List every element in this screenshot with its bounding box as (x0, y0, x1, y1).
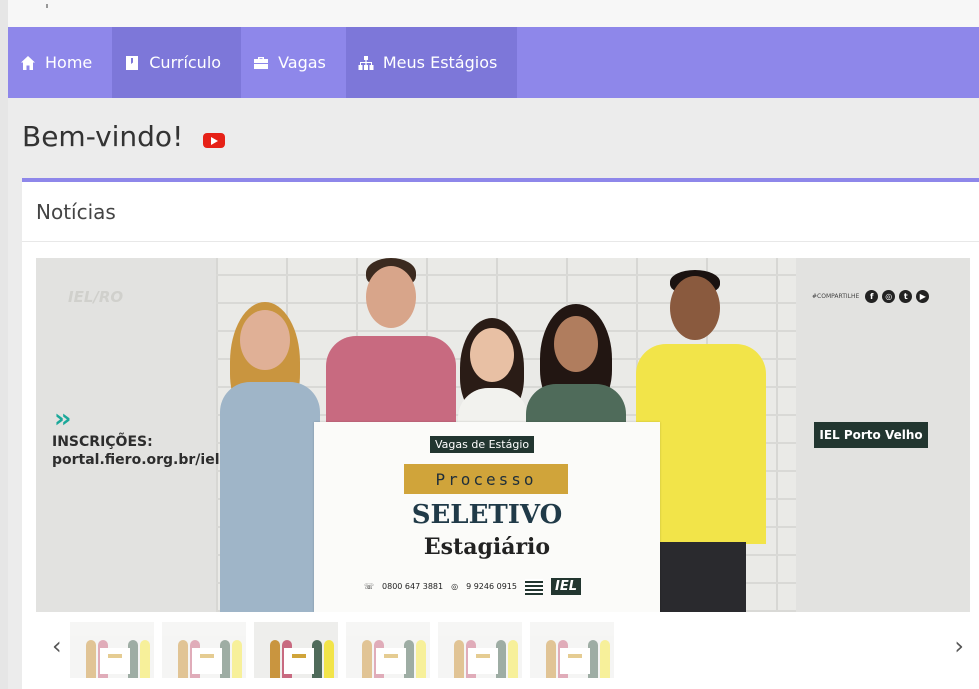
carousel-thumb-5[interactable] (438, 622, 522, 678)
top-strip (8, 0, 979, 27)
facebook-icon[interactable]: f (865, 290, 879, 303)
iel-logo: IEL (550, 578, 581, 595)
nav-meus-estagios[interactable]: Meus Estágios (345, 27, 518, 98)
sign-contacts: ☏ 0800 647 3881 ◎ 9 9246 0915 IEL (364, 578, 581, 595)
news-banner-image[interactable]: IEL/RO ›› INSCRIÇÕES: portal.fiero.org.b… (36, 258, 970, 612)
sign-phone-2: 9 9246 0915 (466, 582, 517, 591)
welcome-bar: Bem-vindo! (8, 98, 979, 178)
whatsapp-icon: ◎ (451, 582, 459, 591)
page-title: Bem-vindo! (22, 120, 184, 153)
carousel-thumb-2[interactable] (162, 622, 246, 678)
left-gutter (0, 0, 8, 689)
document-icon (126, 55, 139, 70)
nav-curriculo[interactable]: Currículo (112, 27, 242, 98)
person-4 (526, 304, 636, 424)
banner-watermark: IEL/RO (68, 288, 124, 306)
news-panel-title: Notícias (22, 182, 979, 242)
sign-badge: Vagas de Estágio (430, 436, 535, 453)
news-panel: Notícias IEL/RO ›› INSCRIÇÕES: portal.fi… (22, 178, 979, 689)
sign-line-processo: Processo (404, 464, 568, 494)
main-navbar: Home Currículo Vagas Meus Estágios (8, 27, 979, 98)
sign-phone-1: 0800 647 3881 (382, 582, 444, 591)
youtube-icon[interactable] (203, 133, 225, 148)
phone-icon: ☏ (364, 582, 375, 591)
twitter-icon[interactable]: t (899, 290, 913, 303)
share-bar: #COMPARTILHE f ◎ t ▶ (812, 290, 930, 303)
nav-vagas[interactable]: Vagas (241, 27, 346, 98)
home-icon (21, 55, 35, 70)
carousel-thumbnails: ‹ › (36, 618, 970, 678)
instagram-icon[interactable]: ◎ (882, 290, 896, 303)
person-3 (448, 318, 538, 428)
nav-home-label: Home (45, 53, 93, 72)
carousel-thumb-4[interactable] (346, 622, 430, 678)
iel-mark-icon (524, 578, 543, 595)
inscricoes-label: INSCRIÇÕES: (52, 434, 153, 450)
sign-line-seletivo: SELETIVO (411, 500, 563, 530)
carousel-prev-button[interactable]: ‹ (52, 632, 62, 660)
carousel-next-button[interactable]: › (954, 632, 964, 660)
sign-line-estagiario: Estagiário (423, 534, 551, 560)
carousel-thumb-1[interactable] (70, 622, 154, 678)
person-2 (326, 258, 456, 446)
inscricoes-url: portal.fiero.org.br/iel (52, 452, 220, 468)
processo-seletivo-sign: Vagas de Estágio Processo SELETIVO Estag… (314, 422, 660, 612)
carousel-thumb-3[interactable] (254, 622, 338, 678)
share-label: #COMPARTILHE (812, 293, 860, 300)
briefcase-icon (254, 56, 269, 69)
nav-curriculo-label: Currículo (149, 53, 222, 72)
youtube-small-icon[interactable]: ▶ (916, 290, 930, 303)
chevron-right-icon: ›› (54, 404, 72, 434)
nav-meus-estagios-label: Meus Estágios (382, 53, 498, 72)
carousel-thumb-6[interactable] (530, 622, 614, 678)
location-tag: IEL Porto Velho (814, 422, 928, 448)
nav-home[interactable]: Home (8, 27, 112, 98)
sitemap-icon (358, 55, 374, 70)
nav-vagas-label: Vagas (278, 53, 326, 72)
